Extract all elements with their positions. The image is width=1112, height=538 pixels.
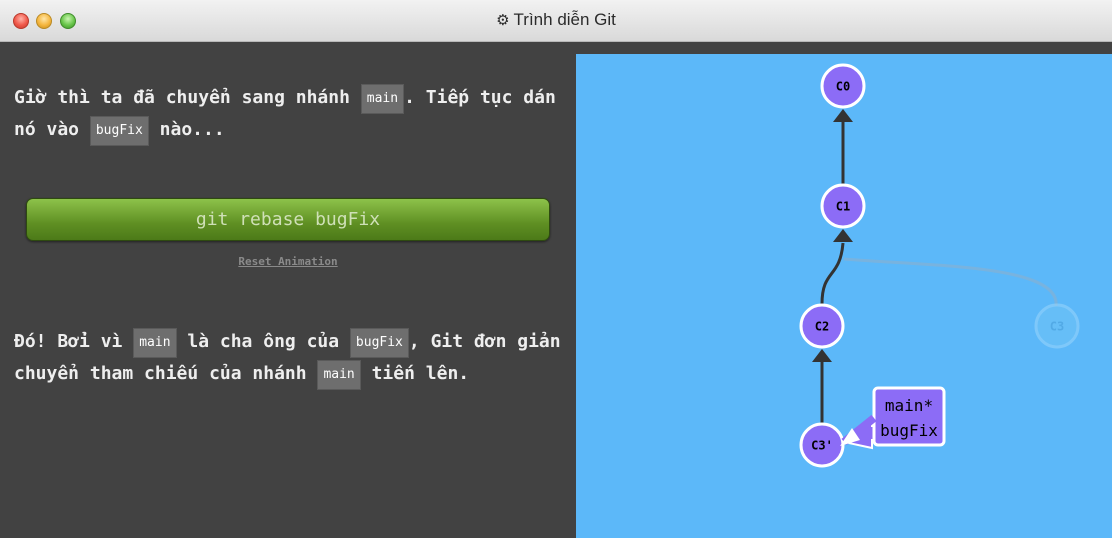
- text-segment: là cha ông của: [176, 331, 350, 352]
- gear-icon: ⚙: [496, 12, 510, 29]
- edge-c3-c1: [843, 257, 1058, 307]
- text-segment: Giờ thì ta đã chuyển sang nhánh: [14, 87, 361, 108]
- instructions-panel: Giờ thì ta đã chuyển sang nhánh main. Ti…: [0, 42, 576, 538]
- commit-label: C2: [815, 320, 829, 334]
- demo-window: ⚙ Trình diễn Git Giờ thì ta đã chuyển san…: [0, 0, 1112, 538]
- git-visualization: C0 C1 C2 C3 C3' main* bugFix: [576, 54, 1112, 538]
- commit-c2[interactable]: C2: [799, 303, 845, 349]
- text-segment: Đó! Bởi vì: [14, 331, 134, 352]
- branch-label-main: main*: [885, 396, 933, 415]
- instruction-paragraph-2: Đó! Bởi vì main là cha ông của bugFix, G…: [14, 326, 564, 390]
- commit-c3-prime[interactable]: C3': [799, 422, 845, 468]
- git-command-button[interactable]: git rebase bugFix: [26, 198, 550, 241]
- branch-tag-main-bugfix[interactable]: main* bugFix: [840, 386, 946, 450]
- arrowhead-c1: [833, 229, 853, 242]
- commit-c3-faded[interactable]: C3: [1034, 303, 1080, 349]
- text-segment: tiến lên.: [360, 363, 470, 384]
- commit-c0[interactable]: C0: [820, 63, 866, 109]
- branch-code-main: main: [133, 328, 177, 358]
- branch-code-bugfix: bugFix: [349, 328, 409, 358]
- instruction-paragraph-1: Giờ thì ta đã chuyển sang nhánh main. Ti…: [14, 82, 564, 146]
- commit-label: C1: [836, 200, 850, 214]
- branch-code-main: main: [317, 360, 361, 390]
- arrowhead-c2: [812, 349, 832, 362]
- text-segment: nào...: [148, 119, 225, 140]
- commit-c1[interactable]: C1: [820, 183, 866, 229]
- arrowhead-c0: [833, 109, 853, 122]
- edge-c2-c1: [820, 242, 845, 305]
- commit-label: C3: [1050, 320, 1064, 334]
- window-title-text: Trình diễn Git: [513, 10, 616, 29]
- window-title: ⚙ Trình diễn Git: [0, 10, 1112, 30]
- branch-label-bugfix: bugFix: [880, 421, 938, 440]
- commit-label: C3': [811, 439, 833, 453]
- branch-code-main: main: [360, 84, 405, 114]
- commit-label: C0: [836, 80, 850, 94]
- commit-graph: C0 C1 C2 C3 C3' main* bugFix: [799, 63, 1080, 468]
- title-bar: ⚙ Trình diễn Git: [0, 0, 1112, 42]
- reset-animation-link[interactable]: Reset Animation: [0, 255, 576, 268]
- branch-code-bugfix: bugFix: [89, 116, 149, 146]
